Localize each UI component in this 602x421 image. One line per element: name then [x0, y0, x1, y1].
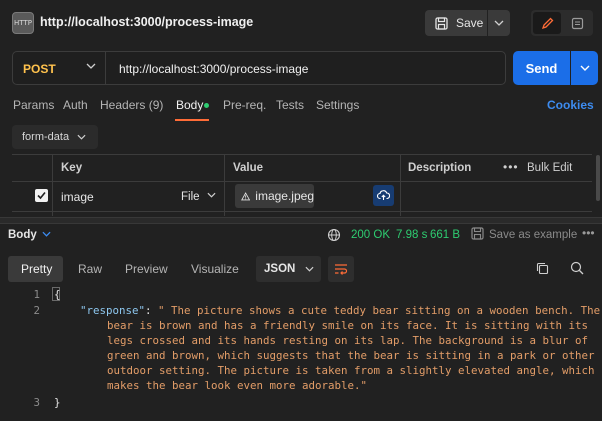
save-button[interactable]: Save: [425, 10, 487, 36]
json-line[interactable]: "response": " The picture shows a cute t…: [80, 304, 600, 317]
save-icon: [471, 227, 484, 240]
body-indicator-dot: [204, 103, 209, 108]
tab-pre-request[interactable]: Pre-req.: [223, 98, 266, 112]
pencil-icon: [541, 17, 553, 29]
tab-tests[interactable]: Tests: [276, 98, 304, 112]
json-open-brace[interactable]: {: [54, 288, 61, 301]
line-number: 1: [33, 288, 40, 301]
copy-icon[interactable]: [536, 262, 549, 275]
upload-file-button[interactable]: [373, 185, 394, 206]
save-as-example-button[interactable]: Save as example: [489, 229, 577, 241]
format-label: JSON: [264, 263, 296, 275]
tab-visualize[interactable]: Visualize: [191, 262, 239, 276]
tab-settings[interactable]: Settings: [316, 98, 359, 112]
chevron-down-icon: [580, 65, 589, 71]
table-border: [12, 154, 592, 155]
active-tab-underline: [175, 119, 209, 121]
column-header-description: Description: [408, 162, 472, 174]
chevron-down-icon[interactable]: [42, 231, 51, 237]
json-colon: :: [145, 304, 152, 317]
method-select[interactable]: POST: [23, 62, 56, 76]
cloud-upload-icon: [377, 190, 390, 200]
json-key: "response": [80, 304, 146, 317]
table-column-divider: [400, 154, 401, 216]
pane-resize-handle[interactable]: [0, 217, 602, 224]
response-size[interactable]: 661 B: [430, 229, 460, 241]
chevron-down-icon: [305, 266, 314, 272]
response-time[interactable]: 7.98 s: [396, 229, 427, 241]
param-type-select[interactable]: File: [181, 191, 200, 203]
tab-body[interactable]: Body: [176, 98, 203, 112]
json-string: " The picture shows a cute teddy bear si…: [158, 304, 601, 317]
save-dropdown-button[interactable]: [488, 10, 510, 36]
file-chip[interactable]: image.jpeg: [235, 184, 314, 208]
save-icon: [435, 16, 448, 30]
json-close-brace[interactable]: }: [54, 396, 61, 409]
response-body-label[interactable]: Body: [8, 229, 37, 241]
json-string[interactable]: makes the bear look even more adorable.": [107, 379, 367, 392]
request-title[interactable]: http://localhost:3000/process-image: [40, 15, 253, 29]
chevron-down-icon[interactable]: [86, 63, 96, 69]
tab-pretty[interactable]: Pretty: [21, 262, 52, 276]
divider: [105, 52, 106, 84]
column-header-key: Key: [61, 162, 83, 174]
param-key[interactable]: image: [61, 190, 94, 204]
more-options-icon[interactable]: •••: [582, 226, 595, 240]
globe-icon[interactable]: [327, 228, 341, 242]
warning-icon: [241, 191, 251, 200]
table-column-divider: [224, 154, 225, 216]
search-icon[interactable]: [570, 261, 584, 275]
table-border: [12, 211, 592, 212]
http-request-icon: HTTP: [12, 12, 34, 34]
json-string[interactable]: bear is brown and has a friendly smile o…: [107, 319, 588, 332]
tab-headers[interactable]: Headers (9): [100, 98, 163, 112]
send-button[interactable]: Send: [513, 51, 570, 85]
chevron-down-icon[interactable]: [207, 192, 216, 198]
tab-raw[interactable]: Raw: [78, 262, 102, 276]
table-column-divider: [52, 154, 53, 216]
tab-preview[interactable]: Preview: [125, 262, 168, 276]
wrap-lines-button[interactable]: [328, 256, 354, 282]
chevron-down-icon: [77, 134, 86, 140]
tab-auth[interactable]: Auth: [63, 98, 88, 112]
line-number: 2: [33, 304, 40, 317]
status-code[interactable]: 200 OK: [351, 229, 390, 241]
column-header-value: Value: [233, 162, 264, 174]
wrap-lines-icon: [335, 264, 348, 275]
body-mode-select[interactable]: form-data: [12, 125, 98, 149]
more-options-icon[interactable]: •••: [503, 160, 519, 174]
documentation-button[interactable]: [563, 12, 591, 34]
json-string[interactable]: green and brown, which suggests that the…: [107, 349, 595, 362]
json-string[interactable]: legs crossed and its hands resting on it…: [107, 334, 588, 347]
document-icon: [571, 17, 583, 29]
tab-params[interactable]: Params: [13, 98, 54, 112]
format-select[interactable]: JSON: [256, 256, 321, 282]
bulk-edit-button[interactable]: Bulk Edit: [527, 162, 572, 174]
table-border: [12, 181, 592, 182]
edit-mode-button[interactable]: [533, 12, 561, 34]
cookies-link[interactable]: Cookies: [547, 98, 594, 112]
save-label: Save: [456, 16, 484, 30]
body-mode-label: form-data: [22, 131, 70, 143]
file-name: image.jpeg: [255, 189, 314, 203]
check-icon: [37, 191, 46, 200]
row-checkbox[interactable]: [35, 189, 48, 202]
json-string[interactable]: outdoor setting. The picture is taken fr…: [107, 364, 595, 377]
send-dropdown-button[interactable]: [571, 51, 598, 85]
scrollbar[interactable]: [596, 155, 600, 201]
url-input[interactable]: http://localhost:3000/process-image: [119, 62, 308, 76]
chevron-down-icon: [494, 20, 504, 26]
line-number: 3: [33, 396, 40, 409]
